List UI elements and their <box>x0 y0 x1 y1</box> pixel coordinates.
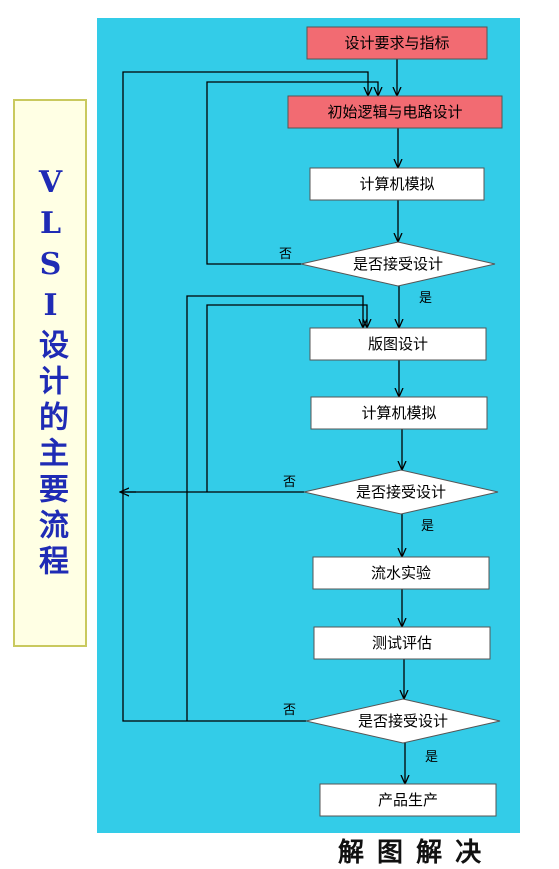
edge-label: 否 <box>283 475 296 490</box>
node-label: 版图设计 <box>368 335 428 353</box>
edge-label: 否 <box>279 247 292 262</box>
node-label: 流水实验 <box>371 564 431 582</box>
flowchart: 设计要求与指标初始逻辑与电路设计计算机模拟是否接受设计版图设计计算机模拟是否接受… <box>97 18 520 833</box>
node-simulation-1: 计算机模拟 <box>309 167 485 201</box>
node-label: 计算机模拟 <box>361 404 436 422</box>
node-label: 是否接受设计 <box>358 712 448 730</box>
node-label: 是否接受设计 <box>356 483 446 501</box>
edge-label: 是 <box>419 291 432 306</box>
node-label: 计算机模拟 <box>359 175 434 193</box>
node-test-evaluation: 测试评估 <box>313 626 491 660</box>
node-layout-design: 版图设计 <box>309 327 487 361</box>
edge-label: 是 <box>421 519 434 534</box>
node-label: 初始逻辑与电路设计 <box>327 103 462 121</box>
node-production: 产品生产 <box>319 783 497 817</box>
node-requirements: 设计要求与指标 <box>306 26 488 60</box>
edge-label: 否 <box>283 703 296 718</box>
node-label: 产品生产 <box>378 791 438 809</box>
node-fabrication-test: 流水实验 <box>312 556 490 590</box>
node-logic-circuit-design: 初始逻辑与电路设计 <box>287 95 503 129</box>
node-label: 是否接受设计 <box>353 255 443 273</box>
node-simulation-2: 计算机模拟 <box>310 396 488 430</box>
node-label: 设计要求与指标 <box>344 34 449 52</box>
node-label: 测试评估 <box>372 634 432 652</box>
edge-label: 是 <box>425 750 438 765</box>
